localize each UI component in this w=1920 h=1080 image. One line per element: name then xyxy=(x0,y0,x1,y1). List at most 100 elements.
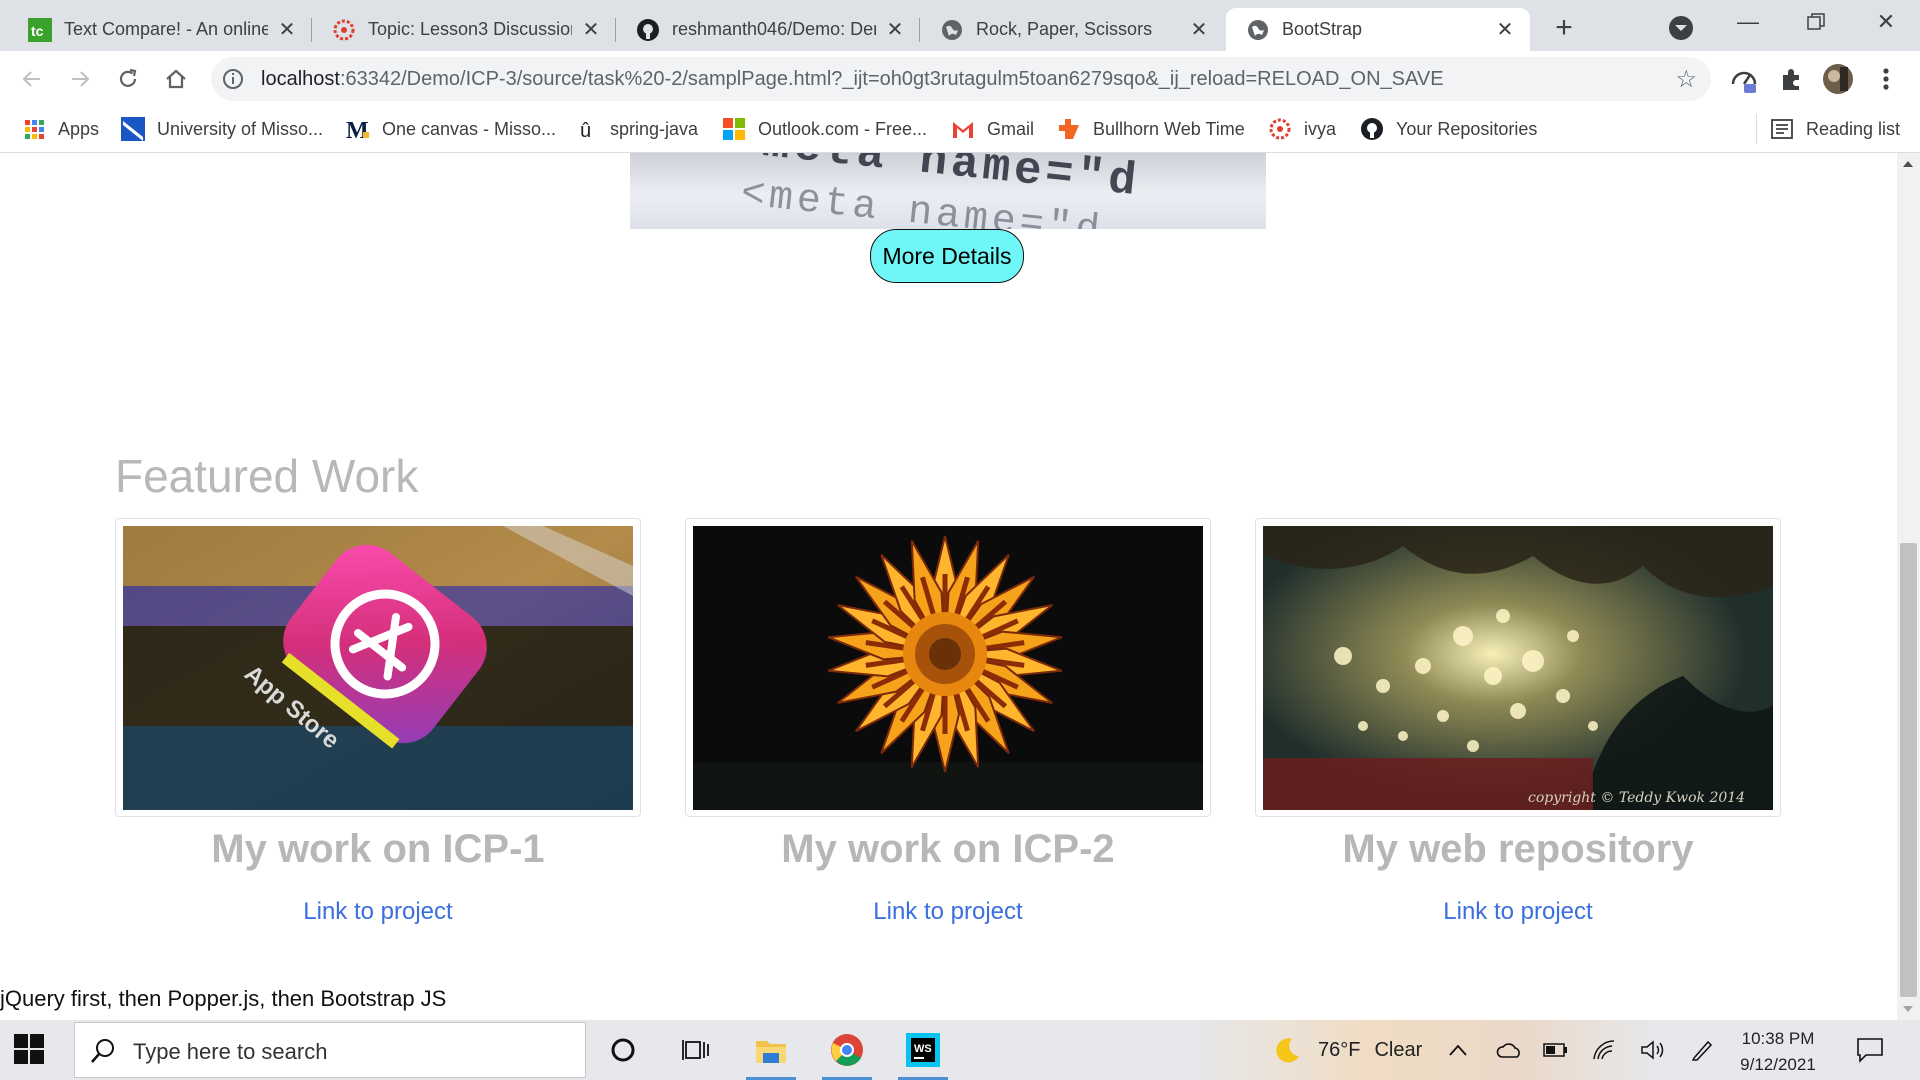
link-to-project-web-repository[interactable]: Link to project xyxy=(1255,898,1781,926)
cortana-button[interactable] xyxy=(598,1028,648,1072)
scroll-down-arrow-icon[interactable] xyxy=(1903,1006,1913,1012)
page-viewport: <meta name="d <meta name="d More Details… xyxy=(0,153,1897,1020)
bookmark-outlook[interactable]: Outlook.com - Free... xyxy=(722,115,927,143)
bookmark-gmail[interactable]: Gmail xyxy=(951,115,1034,143)
windows-logo-icon xyxy=(14,1034,44,1064)
extensions-puzzle-icon[interactable] xyxy=(1776,63,1808,95)
reload-icon xyxy=(119,68,137,87)
volume-tray-icon[interactable] xyxy=(1640,1020,1666,1080)
address-bar[interactable]: localhost:63342/Demo/ICP-3/source/task%2… xyxy=(211,57,1711,101)
start-button[interactable] xyxy=(14,1034,46,1066)
microsoft-icon xyxy=(722,117,746,141)
url-text[interactable]: localhost:63342/Demo/ICP-3/source/task%2… xyxy=(261,68,1444,91)
clock-date: 9/12/2021 xyxy=(1740,1055,1816,1074)
scroll-up-arrow-icon[interactable] xyxy=(1903,161,1913,167)
globe-icon xyxy=(940,18,964,42)
close-icon[interactable]: ✕ xyxy=(1188,19,1210,41)
forward-arrow-icon xyxy=(72,71,90,87)
webstorm-taskbar-app[interactable]: WS xyxy=(898,1028,948,1080)
scrollbar-thumb[interactable] xyxy=(1900,543,1917,997)
tab-lesson3-discussion[interactable]: Topic: Lesson3 Discussion ✕ xyxy=(312,8,616,51)
task-view-button[interactable] xyxy=(671,1028,721,1072)
tab-title: Rock, Paper, Scissors xyxy=(976,19,1153,39)
globe-icon xyxy=(1246,18,1270,42)
back-arrow-icon xyxy=(22,71,40,87)
bookmark-your-repositories[interactable]: Your Repositories xyxy=(1360,115,1537,143)
tab-text-compare[interactable]: tc Text Compare! - An online ✕ xyxy=(8,8,312,51)
bullhorn-icon xyxy=(1057,117,1081,141)
info-icon[interactable] xyxy=(221,67,245,91)
moon-icon xyxy=(1276,1038,1299,1063)
notifications-button[interactable] xyxy=(1856,1020,1884,1080)
bookmark-star-icon[interactable]: ☆ xyxy=(1675,65,1697,94)
close-icon[interactable]: ✕ xyxy=(1494,19,1516,41)
taskbar-clock[interactable]: 10:38 PM 9/12/2021 xyxy=(1718,1026,1838,1078)
close-icon[interactable]: ✕ xyxy=(276,19,298,41)
url-host: localhost xyxy=(261,68,340,90)
reading-list-button[interactable]: Reading list xyxy=(1770,115,1900,143)
bookmark-divider xyxy=(1756,114,1757,144)
bookmark-university[interactable]: University of Misso... xyxy=(121,115,323,143)
minimize-button[interactable]: — xyxy=(1714,0,1782,44)
more-details-button[interactable]: More Details xyxy=(870,229,1024,283)
apps-grid-icon xyxy=(22,117,46,141)
bookmark-apps[interactable]: Apps xyxy=(22,115,99,143)
close-window-button[interactable]: ✕ xyxy=(1852,0,1920,44)
clock-time: 10:38 PM xyxy=(1741,1029,1815,1048)
browser-toolbar: localhost:63342/Demo/ICP-3/source/task%2… xyxy=(0,51,1920,106)
reading-list-label: Reading list xyxy=(1806,118,1901,139)
bookmark-bullhorn[interactable]: Bullhorn Web Time xyxy=(1057,115,1245,143)
chrome-taskbar-app[interactable] xyxy=(822,1028,872,1080)
tab-title: reshmanth046/Demo: Der xyxy=(672,19,876,39)
pen-icon xyxy=(1691,1040,1713,1061)
tab-bootstrap[interactable]: BootStrap ✕ xyxy=(1226,8,1530,51)
weather-widget[interactable]: 76°F Clear xyxy=(1274,1020,1422,1080)
card-web-repository: copyright © Teddy Kwok 2014 xyxy=(1255,518,1781,817)
image-watermark: copyright © Teddy Kwok 2014 xyxy=(1528,790,1745,806)
bookmark-label: Your Repositories xyxy=(1396,118,1538,139)
canvas-icon xyxy=(332,18,356,42)
tab-title: Text Compare! - An online xyxy=(64,19,268,39)
svg-text:WS: WS xyxy=(914,1043,932,1055)
bookmark-ivya[interactable]: ivya xyxy=(1268,115,1336,143)
restore-button[interactable] xyxy=(1782,0,1850,44)
tab-rock-paper-scissors[interactable]: Rock, Paper, Scissors ✕ xyxy=(920,8,1224,51)
link-to-project-icp2[interactable]: Link to project xyxy=(685,898,1211,926)
task-view-icon xyxy=(682,1040,709,1060)
new-tab-button[interactable]: + xyxy=(1546,10,1582,46)
profile-avatar[interactable] xyxy=(1822,63,1854,95)
taskbar-search-box[interactable]: Type here to search xyxy=(74,1022,586,1078)
script-comment-text: jQuery first, then Popper.js, then Boots… xyxy=(0,986,447,1011)
bookmark-one-canvas[interactable]: M One canvas - Misso... xyxy=(346,115,556,143)
bookmark-spring-java[interactable]: û spring-java xyxy=(574,115,698,143)
home-button[interactable] xyxy=(156,59,196,99)
bookmark-label: One canvas - Misso... xyxy=(382,118,557,139)
battery-tray-icon[interactable] xyxy=(1543,1020,1569,1080)
close-icon[interactable]: ✕ xyxy=(884,19,906,41)
wifi-tray-icon[interactable] xyxy=(1592,1020,1616,1080)
close-icon[interactable]: ✕ xyxy=(580,19,602,41)
performance-extension-icon[interactable] xyxy=(1728,63,1760,95)
featured-work-heading: Featured Work xyxy=(115,450,419,502)
menu-kebab-icon[interactable] xyxy=(1870,63,1902,95)
sunflower-image xyxy=(693,526,1203,810)
github-icon xyxy=(636,18,660,42)
back-button[interactable] xyxy=(12,59,52,99)
onedrive-tray-icon[interactable] xyxy=(1496,1020,1522,1080)
hero-code-image: <meta name="d <meta name="d xyxy=(630,153,1266,229)
tab-title: Topic: Lesson3 Discussion xyxy=(368,19,572,39)
file-explorer-taskbar-app[interactable] xyxy=(746,1028,796,1080)
tab-strip: tc Text Compare! - An online ✕ Topic: Le… xyxy=(0,0,1920,51)
reload-button[interactable] xyxy=(108,59,148,99)
weather-temperature: 76°F xyxy=(1318,1038,1361,1061)
tab-search-button[interactable] xyxy=(1666,13,1696,43)
canvas-icon xyxy=(1268,117,1292,141)
page-scrollbar[interactable] xyxy=(1897,153,1920,1020)
bookmark-label: University of Misso... xyxy=(157,118,324,139)
github-icon xyxy=(1360,117,1384,141)
link-to-project-icp1[interactable]: Link to project xyxy=(115,898,641,926)
forward-button[interactable] xyxy=(60,59,100,99)
pen-tray-icon[interactable] xyxy=(1690,1020,1714,1080)
tab-github-demo[interactable]: reshmanth046/Demo: Der ✕ xyxy=(616,8,920,51)
show-hidden-icons-button[interactable] xyxy=(1448,1020,1468,1080)
